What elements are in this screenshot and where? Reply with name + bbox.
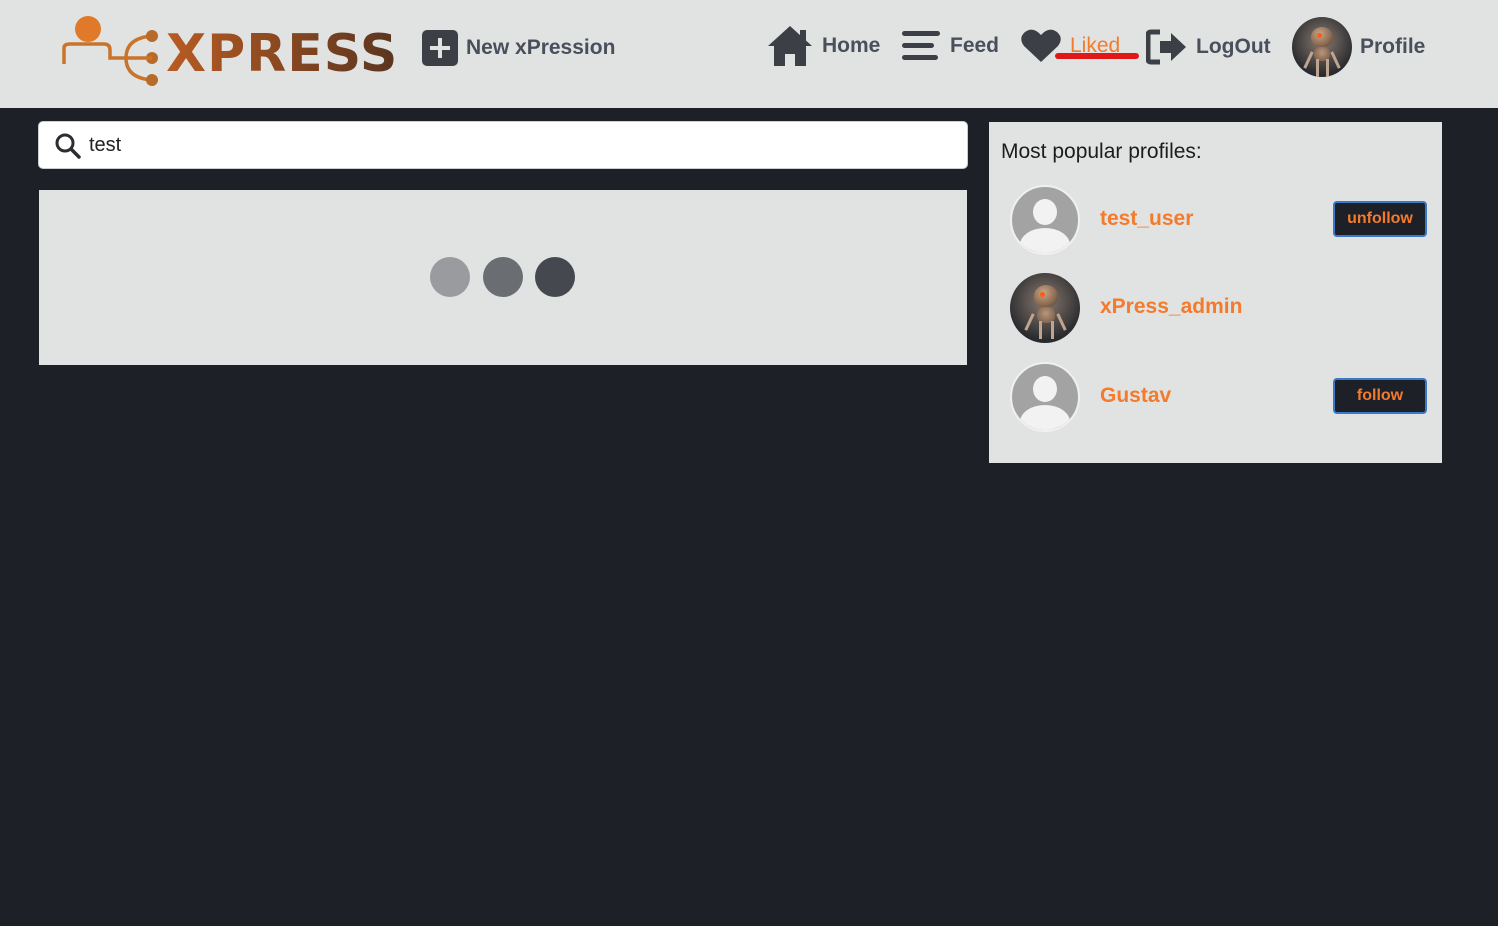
- xpress-logo[interactable]: XPRESS: [60, 14, 397, 88]
- nav-profile[interactable]: Profile: [1292, 17, 1425, 77]
- logout-icon: [1146, 29, 1186, 65]
- nav-home-label: Home: [822, 34, 881, 57]
- profile-name-link[interactable]: Gustav: [1100, 384, 1171, 408]
- active-nav-underline: [1055, 53, 1139, 59]
- default-avatar-icon[interactable]: [1010, 185, 1080, 255]
- search-input[interactable]: [89, 122, 949, 168]
- home-icon: [768, 26, 812, 66]
- robot-avatar[interactable]: [1010, 273, 1080, 343]
- profile-avatar: [1292, 17, 1352, 77]
- search-results-panel: [39, 190, 967, 365]
- nav-home[interactable]: Home: [766, 24, 880, 68]
- nav-profile-label: Profile: [1360, 35, 1426, 58]
- logo-graphic-icon: [62, 16, 158, 86]
- profile-row: test_user unfollow: [989, 185, 1442, 255]
- default-avatar-icon[interactable]: [1010, 362, 1080, 432]
- search-bar[interactable]: [38, 121, 968, 169]
- menu-lines-icon: [902, 31, 940, 60]
- profile-row: xPress_admin: [989, 273, 1442, 343]
- new-xpression-button[interactable]: New xPression: [422, 30, 615, 66]
- loading-dot: [483, 257, 523, 297]
- nav-feed-label: Feed: [950, 34, 1000, 57]
- top-navbar: XPRESS New xPression Home Feed Liked Log…: [0, 0, 1498, 108]
- unfollow-button[interactable]: unfollow: [1333, 201, 1427, 237]
- search-icon: [55, 133, 81, 159]
- profile-name-link[interactable]: test_user: [1100, 207, 1193, 231]
- new-xpression-label: New xPression: [466, 36, 616, 59]
- nav-logout-label: LogOut: [1196, 35, 1271, 58]
- profile-row: Gustav follow: [989, 362, 1442, 432]
- follow-button[interactable]: follow: [1333, 378, 1427, 414]
- popular-profiles-panel: Most popular profiles: test_user unfollo…: [989, 122, 1442, 463]
- popular-profiles-title: Most popular profiles:: [1001, 140, 1202, 163]
- nav-logout[interactable]: LogOut: [1146, 28, 1271, 66]
- loading-dot: [430, 257, 470, 297]
- logo-wordmark: XPRESS: [166, 24, 399, 84]
- nav-feed[interactable]: Feed: [900, 28, 999, 64]
- loading-dot: [535, 257, 575, 297]
- profile-name-link[interactable]: xPress_admin: [1100, 295, 1242, 319]
- plus-square-icon: [422, 30, 458, 66]
